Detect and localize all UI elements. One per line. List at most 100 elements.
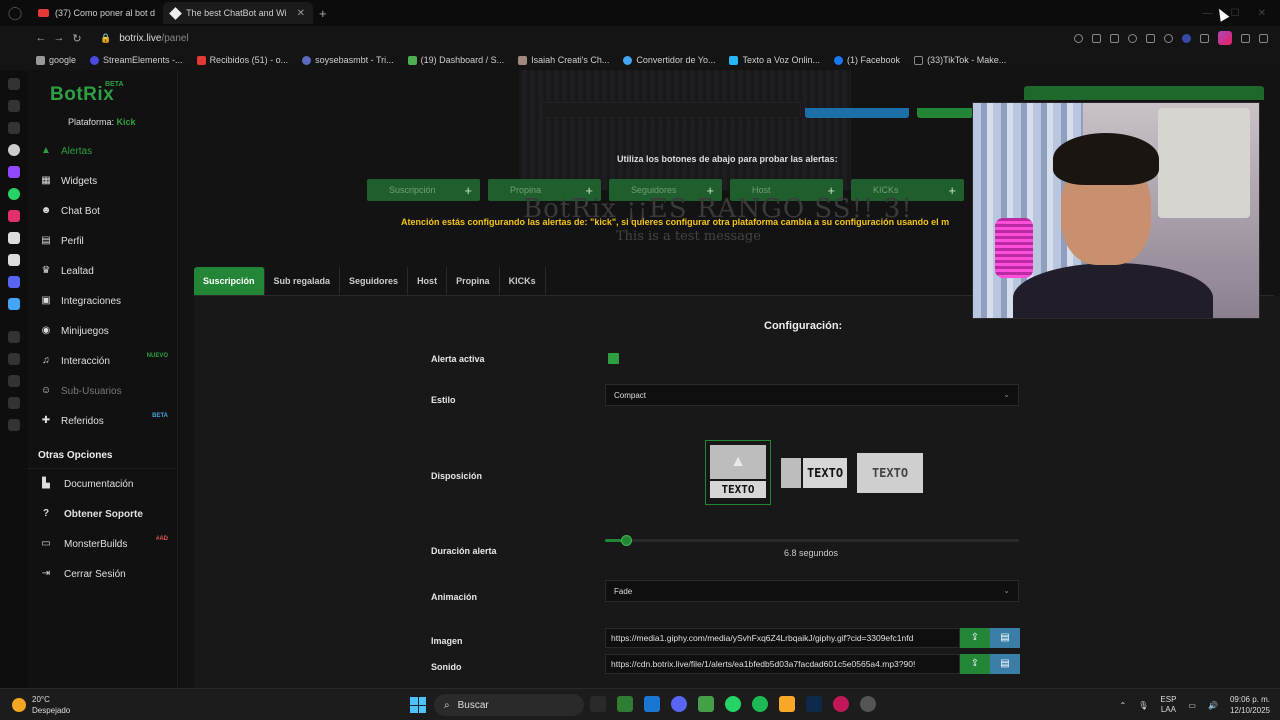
volume-icon[interactable]: 🔊 xyxy=(1208,701,1218,710)
bookmark-item[interactable]: (1) Facebook xyxy=(834,55,900,65)
image-url-input[interactable]: https://media1.giphy.com/media/ySvhFxq6Z… xyxy=(605,628,960,648)
image-icon[interactable] xyxy=(8,100,20,112)
upload-sound-button[interactable]: ⇪ xyxy=(960,654,990,674)
network-icon[interactable]: ▭ xyxy=(1188,701,1196,710)
notes-icon[interactable] xyxy=(644,696,660,712)
sidebar-item-cerrar-sesion[interactable]: ⇥ Cerrar Sesión xyxy=(28,559,178,589)
sound-gallery-button[interactable]: ▤ xyxy=(990,654,1020,674)
start-icon[interactable] xyxy=(410,697,426,713)
minimize-icon[interactable]: — xyxy=(1203,8,1213,19)
sidebar-item-monsterbuilds[interactable]: ▭ MonsterBuilds #AD xyxy=(28,529,178,559)
language-indicator[interactable]: ESP LAA xyxy=(1160,695,1176,715)
puzzle-icon[interactable] xyxy=(1200,33,1209,43)
back-icon[interactable]: ← xyxy=(32,32,50,44)
extension-icon[interactable] xyxy=(1182,33,1191,43)
tiktok-icon[interactable] xyxy=(8,232,20,244)
sidebar-item-integraciones[interactable]: ▣ Integraciones xyxy=(28,286,178,316)
sidebar-item-obtener-soporte[interactable]: ? Obtener Soporte xyxy=(28,499,178,529)
bookmark-item[interactable]: (33)TikTok - Make... xyxy=(914,55,1006,65)
chevron-up-icon[interactable]: ⌃ xyxy=(1120,701,1127,710)
shield-icon[interactable] xyxy=(1128,33,1137,43)
fruit-app-icon[interactable] xyxy=(590,696,606,712)
settings-icon[interactable] xyxy=(8,419,20,431)
tv-icon[interactable] xyxy=(8,122,20,134)
sound-url-input[interactable]: https://cdn.botrix.live/file/1/alerts/ea… xyxy=(605,654,960,674)
clock[interactable]: 09:06 p. m. 12/10/2025 xyxy=(1230,694,1270,716)
twitch-icon[interactable] xyxy=(8,166,20,178)
folder-icon[interactable] xyxy=(779,696,795,712)
weather-widget[interactable]: 20°C Despejado xyxy=(12,694,70,716)
layout-option-stacked[interactable]: ▲ TEXTO xyxy=(705,440,771,505)
sidebar-item-perfil[interactable]: ▤ Perfil xyxy=(28,226,178,256)
settings-icon[interactable] xyxy=(860,696,876,712)
layout-option-side[interactable]: TEXTO xyxy=(781,457,847,488)
bookmark-item[interactable]: soysebasmbt - Tri... xyxy=(302,55,394,65)
tab-seguidores[interactable]: Seguidores xyxy=(340,267,409,295)
menu-icon[interactable] xyxy=(1259,33,1268,43)
history-icon[interactable] xyxy=(8,375,20,387)
play-icon[interactable] xyxy=(1146,33,1155,43)
sidebar-item-lealtad[interactable]: ♛ Lealtad xyxy=(28,256,178,286)
zoom-icon[interactable] xyxy=(1074,33,1083,43)
download-icon[interactable] xyxy=(1241,33,1250,43)
sidebar-item-chat-bot[interactable]: ☻ Chat Bot xyxy=(28,196,178,226)
sidebar-item-documentacion[interactable]: ▙ Documentación xyxy=(28,469,178,499)
screenshot-icon[interactable] xyxy=(1110,33,1119,43)
image-gallery-button[interactable]: ▤ xyxy=(990,628,1020,648)
sidebar-item-referidos[interactable]: ✚ Referidos BETA xyxy=(28,406,178,436)
top-green-button[interactable] xyxy=(917,108,973,118)
whatsapp-icon[interactable] xyxy=(725,696,741,712)
test-subscription-button[interactable]: Suscripción + xyxy=(367,179,480,201)
forward-icon[interactable]: → xyxy=(50,32,68,44)
bookmark-item[interactable]: Convertidor de Yo... xyxy=(623,55,715,65)
x-icon[interactable] xyxy=(8,254,20,266)
instagram-icon[interactable] xyxy=(8,210,20,222)
heart-icon[interactable] xyxy=(8,331,20,343)
maximize-icon[interactable]: ☐ xyxy=(1231,8,1240,19)
window-close-icon[interactable]: ✕ xyxy=(1258,8,1266,19)
discord-icon[interactable] xyxy=(8,276,20,288)
bookmark-item[interactable]: (19) Dashboard / S... xyxy=(407,55,504,65)
discord-icon[interactable] xyxy=(671,696,687,712)
slider-knob[interactable] xyxy=(620,535,632,546)
whatsapp-icon[interactable] xyxy=(8,188,20,200)
minecraft-icon[interactable] xyxy=(698,696,714,712)
sidebar-item-widgets[interactable]: ▦ Widgets xyxy=(28,166,178,196)
style-select[interactable]: Compact ⌄ xyxy=(605,384,1019,406)
animation-select[interactable]: Fade ⌄ xyxy=(605,580,1019,602)
sidebar-item-minijuegos[interactable]: ◉ Minijuegos xyxy=(28,316,178,346)
tab-youtube[interactable]: (37) Como poner al bot d xyxy=(30,2,163,24)
duration-slider[interactable] xyxy=(605,535,1019,546)
home-icon[interactable] xyxy=(8,78,20,90)
microphone-icon[interactable]: 🎙 xyxy=(1138,701,1148,710)
sidebar-item-alertas[interactable]: ▲ Alertas xyxy=(28,136,178,166)
new-tab-icon[interactable]: + xyxy=(319,6,327,21)
bookmark-icon[interactable] xyxy=(1092,33,1101,43)
top-input[interactable] xyxy=(541,102,801,118)
download-icon[interactable] xyxy=(8,397,20,409)
bookmark-item[interactable]: Recibidos (51) - o... xyxy=(196,55,288,65)
app-icon[interactable] xyxy=(8,298,20,310)
sidebar-item-interaccion[interactable]: ♫ Interacción NUEVO xyxy=(28,346,178,376)
profile-avatar[interactable] xyxy=(1218,31,1232,45)
upload-image-button[interactable]: ⇪ xyxy=(960,628,990,648)
bookmark-item[interactable]: Texto a Voz Onlin... xyxy=(729,55,820,65)
bookmark-item[interactable]: google xyxy=(36,55,76,65)
browser-menu-icon[interactable]: ◯ xyxy=(0,5,30,21)
close-icon[interactable]: ✕ xyxy=(297,8,305,19)
tab-host[interactable]: Host xyxy=(408,267,448,295)
tab-sub-regalada[interactable]: Sub regalada xyxy=(265,267,341,295)
active-checkbox[interactable] xyxy=(608,353,619,364)
cube-icon[interactable] xyxy=(8,353,20,365)
bookmark-item[interactable]: StreamElements -... xyxy=(90,55,183,65)
heart-icon[interactable] xyxy=(1164,33,1173,43)
top-blue-button[interactable] xyxy=(805,108,909,118)
tab-suscripcion[interactable]: Suscripción xyxy=(194,267,265,295)
spotify-icon[interactable] xyxy=(752,696,768,712)
reload-icon[interactable]: ↻ xyxy=(68,32,86,45)
bookmark-item[interactable]: Isaiah Creati's Ch... xyxy=(518,55,609,65)
tab-botrix[interactable]: The best ChatBot and Wi ✕ xyxy=(163,2,314,24)
tab-propina[interactable]: Propina xyxy=(447,267,500,295)
url-field[interactable]: 🔒 botrix.live/panel xyxy=(100,33,189,44)
layout-option-overlay[interactable]: TEXTO xyxy=(857,452,923,493)
